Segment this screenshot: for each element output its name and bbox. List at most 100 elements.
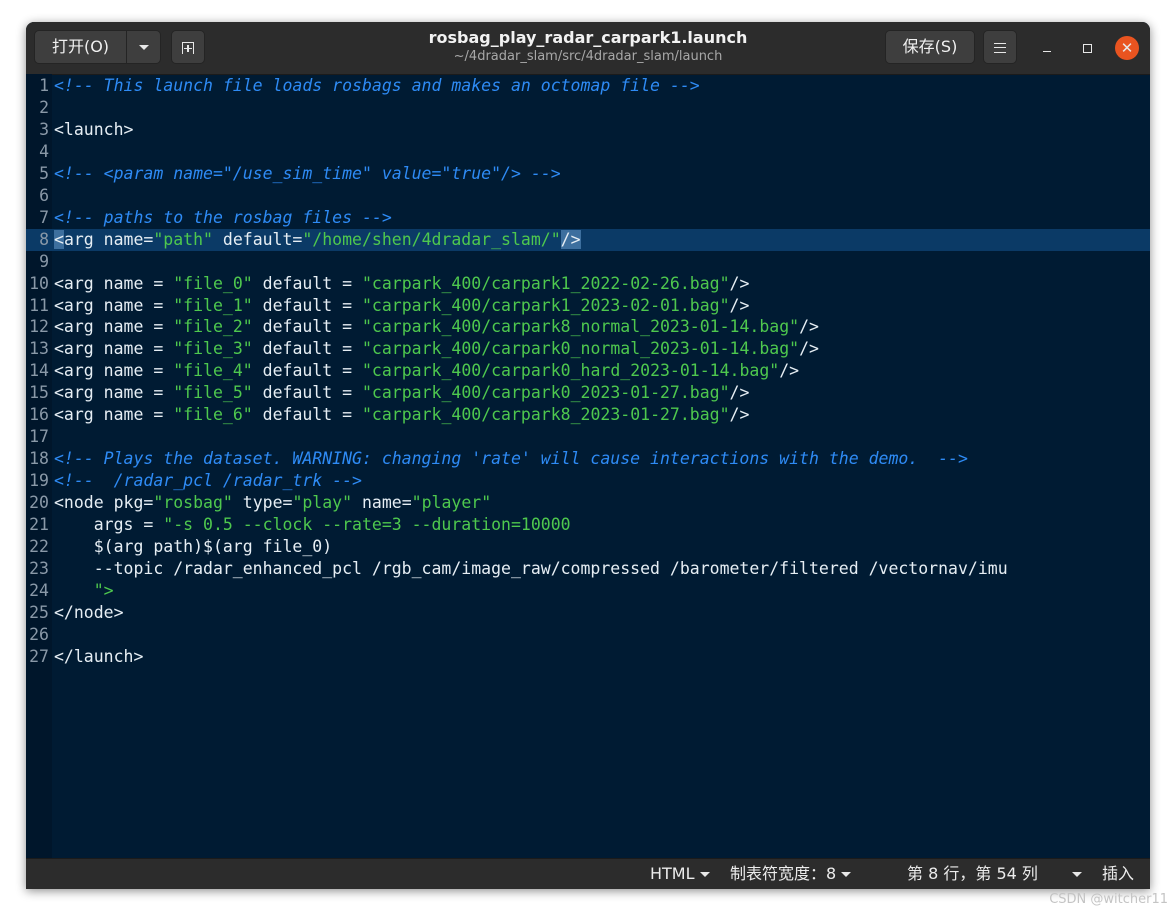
line-number: 1 xyxy=(39,76,49,95)
code-line[interactable]: 21 args = "-s 0.5 --clock --rate=3 --dur… xyxy=(26,514,1150,536)
line-number: 19 xyxy=(29,471,49,490)
code-line[interactable]: 3 <launch> xyxy=(26,119,1150,141)
code-line[interactable]: 5 <!-- <param name="/use_sim_time" value=… xyxy=(26,163,1150,185)
insert-mode-label: 插入 xyxy=(1102,864,1135,883)
code-text: <arg name = "file_4" default = "carpark_… xyxy=(54,361,800,380)
code-text: <launch> xyxy=(54,120,134,139)
code-line[interactable]: 1 <!-- This launch file loads rosbags and… xyxy=(26,75,1150,97)
open-button-label: 打开(O) xyxy=(51,37,110,56)
close-icon: ✕ xyxy=(1120,39,1134,57)
code-text: <arg name = "file_3" default = "carpark_… xyxy=(54,339,819,358)
code-line[interactable]: 27 </launch> xyxy=(26,646,1150,668)
insert-mode-indicator[interactable]: 插入 xyxy=(1102,859,1134,889)
language-selector[interactable]: HTML xyxy=(650,859,710,889)
code-text: args = "-s 0.5 --clock --rate=3 --durati… xyxy=(54,515,571,534)
open-recent-dropdown-button[interactable] xyxy=(127,30,161,64)
line-number: 14 xyxy=(29,361,49,380)
line-number: 7 xyxy=(39,208,49,227)
line-number: 2 xyxy=(39,98,49,117)
line-number: 3 xyxy=(39,120,49,139)
chevron-down-icon xyxy=(1072,872,1082,877)
window-title: rosbag_play_radar_carpark1.launch ~/4dra… xyxy=(326,28,850,65)
code-text: </launch> xyxy=(54,647,144,666)
code-line[interactable]: 18 <!-- Plays the dataset. WARNING: chang… xyxy=(26,448,1150,470)
code-line[interactable]: 12 <arg name = "file_2" default = "carpar… xyxy=(26,316,1150,338)
line-number: 9 xyxy=(39,252,49,271)
code-line[interactable]: 17 xyxy=(26,426,1150,448)
status-bar: HTML 制表符宽度：8 第 8 行，第 54 列 插入 xyxy=(26,858,1150,889)
line-number: 15 xyxy=(29,383,49,402)
line-number: 25 xyxy=(29,603,49,622)
code-text: <arg name = "file_2" default = "carpark_… xyxy=(54,317,819,336)
code-text: <arg name="path" default="/home/shen/4dr… xyxy=(54,230,581,249)
code-line[interactable]: 22 $(arg path)$(arg file_0) xyxy=(26,536,1150,558)
code-text: <arg name = "file_0" default = "carpark_… xyxy=(54,274,750,293)
line-number: 17 xyxy=(29,427,49,446)
save-button[interactable]: 保存(S) xyxy=(885,30,975,64)
maximize-icon xyxy=(1082,44,1092,53)
code-editor[interactable]: 1 <!-- This launch file loads rosbags and… xyxy=(26,74,1150,858)
cursor-position-selector[interactable]: 第 8 行，第 54 列 xyxy=(907,859,1038,889)
code-line[interactable]: 25 </node> xyxy=(26,602,1150,624)
code-line[interactable]: 14 <arg name = "file_4" default = "carpar… xyxy=(26,360,1150,382)
line-number: 13 xyxy=(29,339,49,358)
tab-width-selector[interactable]: 制表符宽度：8 xyxy=(730,859,852,889)
line-number: 16 xyxy=(29,405,49,424)
code-text: --topic /radar_enhanced_pcl /rgb_cam/ima… xyxy=(54,559,1008,578)
position-dropdown-button[interactable] xyxy=(1067,859,1082,889)
code-text: <arg name = "file_5" default = "carpark_… xyxy=(54,383,750,402)
text-editor-window: 打开(O) rosbag_play_radar_carpark1.launch … xyxy=(26,22,1150,889)
code-line[interactable]: 19 <!-- /radar_pcl /radar_trk --> xyxy=(26,470,1150,492)
chevron-down-icon xyxy=(699,872,710,877)
cursor-position-label: 第 8 行，第 54 列 xyxy=(907,864,1038,883)
line-number: 11 xyxy=(29,296,49,315)
code-line[interactable]: 2 xyxy=(26,97,1150,119)
line-number: 27 xyxy=(29,647,49,666)
code-line[interactable]: 10 <arg name = "file_0" default = "carpar… xyxy=(26,273,1150,295)
line-number: 8 xyxy=(39,230,49,249)
code-line[interactable]: 11 <arg name = "file_1" default = "carpar… xyxy=(26,295,1150,317)
save-button-label: 保存(S) xyxy=(902,37,958,56)
line-number: 10 xyxy=(29,274,49,293)
code-line[interactable]: 9 xyxy=(26,251,1150,273)
code-line[interactable]: 24 "> xyxy=(26,580,1150,602)
line-number: 20 xyxy=(29,493,49,512)
code-line[interactable]: 15 <arg name = "file_5" default = "carpar… xyxy=(26,382,1150,404)
language-label: HTML xyxy=(650,864,695,883)
code-text: "> xyxy=(93,581,114,600)
line-number: 18 xyxy=(29,449,49,468)
code-line[interactable]: 8 <arg name="path" default="/home/shen/4d… xyxy=(26,229,1150,251)
open-button[interactable]: 打开(O) xyxy=(34,30,127,64)
code-text: <!-- This launch file loads rosbags and … xyxy=(54,76,700,95)
line-number: 5 xyxy=(39,164,49,183)
chevron-down-icon xyxy=(841,872,852,877)
code-line[interactable]: 16 <arg name = "file_6" default = "carpar… xyxy=(26,404,1150,426)
code-line[interactable]: 4 xyxy=(26,141,1150,163)
code-text: <!-- /radar_pcl /radar_trk --> xyxy=(54,471,362,490)
code-text: $(arg path)$(arg file_0) xyxy=(54,537,333,556)
close-button[interactable]: ✕ xyxy=(1115,36,1139,60)
minimize-button[interactable] xyxy=(1035,36,1059,60)
hamburger-menu-icon xyxy=(994,42,1006,53)
new-tab-icon xyxy=(182,41,194,54)
code-text: </node> xyxy=(54,603,124,622)
new-document-button[interactable] xyxy=(171,30,205,64)
tab-width-label: 制表符宽度：8 xyxy=(730,864,837,883)
code-text: <node pkg="rosbag" type="play" name="pla… xyxy=(54,493,492,512)
maximize-button[interactable] xyxy=(1075,36,1099,60)
code-text: <arg name = "file_1" default = "carpark_… xyxy=(54,296,750,315)
code-line[interactable]: 6 xyxy=(26,185,1150,207)
code-line[interactable]: 26 xyxy=(26,624,1150,646)
line-number: 4 xyxy=(39,142,49,161)
code-text: <!-- paths to the rosbag files --> xyxy=(54,208,392,227)
code-line[interactable]: 13 <arg name = "file_3" default = "carpar… xyxy=(26,338,1150,360)
chevron-down-icon xyxy=(138,45,149,50)
header-bar: 打开(O) rosbag_play_radar_carpark1.launch … xyxy=(26,22,1150,75)
code-line[interactable]: 7 <!-- paths to the rosbag files --> xyxy=(26,207,1150,229)
main-menu-button[interactable] xyxy=(983,30,1017,64)
code-line[interactable]: 23 --topic /radar_enhanced_pcl /rgb_cam/… xyxy=(26,558,1150,580)
line-number: 24 xyxy=(29,581,49,600)
code-line[interactable]: 20 <node pkg="rosbag" type="play" name="p… xyxy=(26,492,1150,514)
line-number: 22 xyxy=(29,537,49,556)
code-text: <!-- <param name="/use_sim_time" value="… xyxy=(54,164,561,183)
